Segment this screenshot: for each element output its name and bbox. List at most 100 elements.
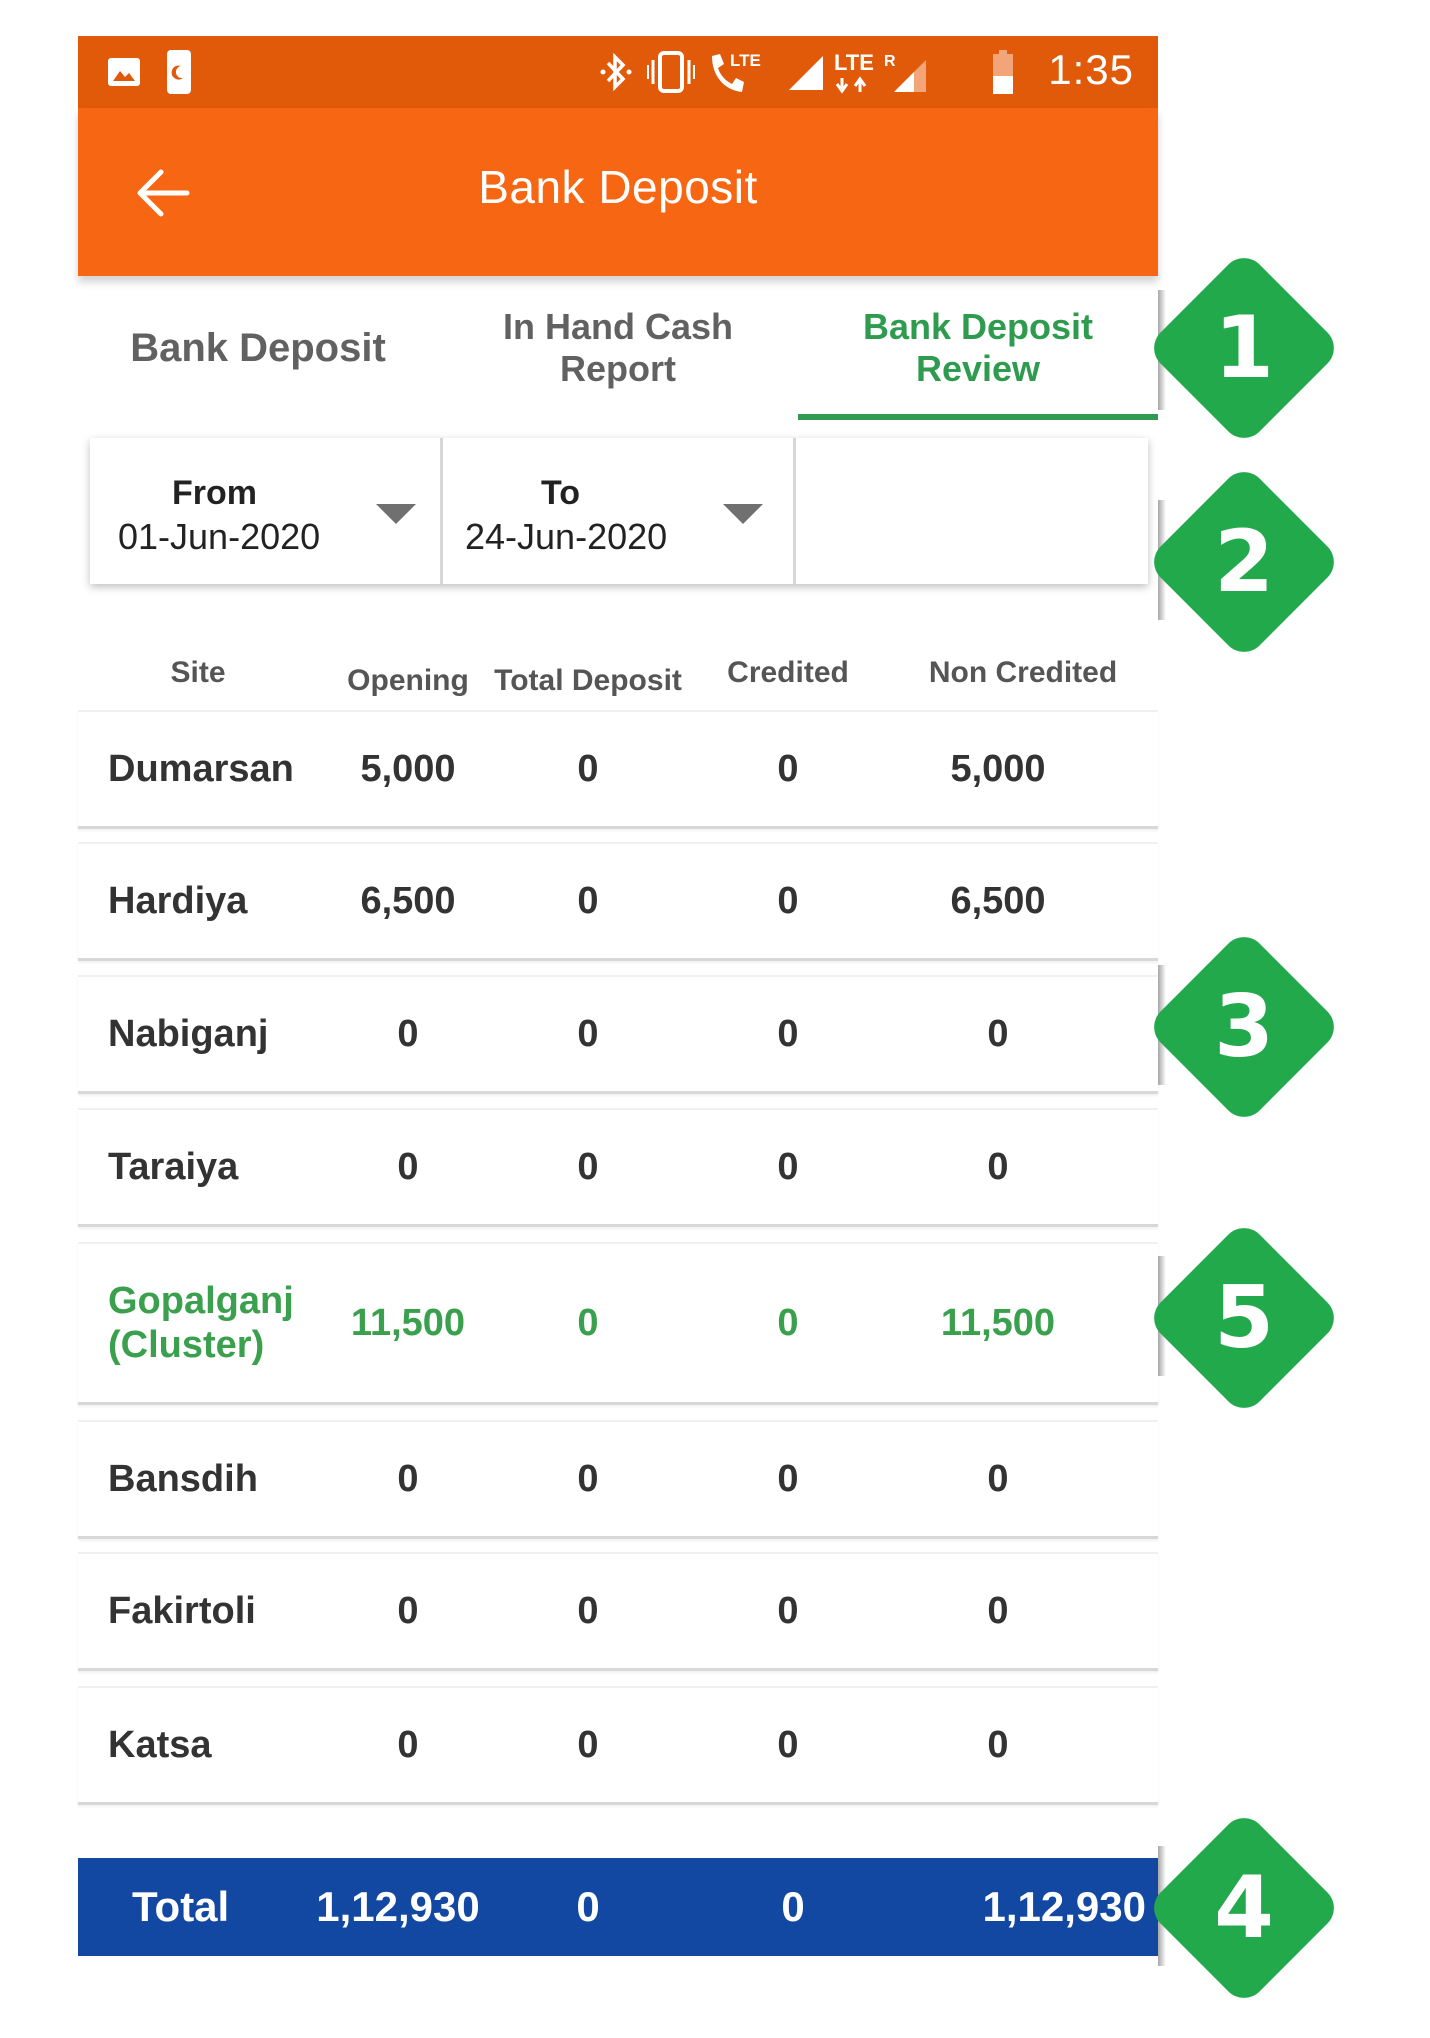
- svg-text:LTE: LTE: [834, 50, 874, 75]
- clock-time: 1:35: [1048, 46, 1134, 93]
- credited-value: 0: [777, 879, 799, 922]
- svg-text:R: R: [884, 53, 896, 70]
- table-row[interactable]: Taraiya 0 0 0 0: [78, 1108, 1158, 1227]
- opening-value: 5,000: [360, 747, 456, 790]
- callout-number: 2: [1214, 512, 1274, 612]
- table-row[interactable]: Dumarsan 5,000 0 0 5,000: [78, 710, 1158, 829]
- opening-value: 6,500: [360, 879, 456, 922]
- table-row-cluster[interactable]: Gopalganj (Cluster) 11,500 0 0 11,500: [78, 1242, 1158, 1405]
- non-credited-value: 0: [987, 1145, 1009, 1188]
- total-deposit-value: 0: [577, 1589, 599, 1632]
- site-name: Nabiganj: [108, 1013, 269, 1055]
- total-credited-value: 0: [781, 1883, 805, 1930]
- opening-value: 0: [397, 1589, 419, 1632]
- tab-label-line1: Bank Deposit: [862, 306, 1094, 347]
- image-icon: [104, 50, 144, 94]
- tab-label-line2: Review: [915, 348, 1041, 389]
- credited-value: 0: [777, 747, 799, 790]
- chevron-down-icon: [723, 504, 763, 524]
- opening-value: 0: [397, 1145, 419, 1188]
- callout-badge-2: 2: [1144, 462, 1344, 662]
- site-name-line2: (Cluster): [108, 1324, 265, 1366]
- callout-badge-5: 5: [1144, 1218, 1344, 1418]
- svg-text:LTE: LTE: [730, 51, 761, 70]
- non-credited-value: 11,500: [940, 1301, 1056, 1344]
- non-credited-value: 0: [987, 1012, 1009, 1055]
- table-row[interactable]: Fakirtoli 0 0 0 0: [78, 1552, 1158, 1671]
- callout-badge-1: 1: [1144, 248, 1344, 448]
- total-deposit-value: 0: [577, 1012, 599, 1055]
- site-name: Katsa: [108, 1724, 212, 1766]
- callout-number: 1: [1214, 298, 1274, 398]
- non-credited-value: 0: [987, 1723, 1009, 1766]
- from-date-value: 01-Jun-2020: [118, 516, 321, 557]
- header-opening: Opening: [347, 664, 469, 697]
- filter-empty-cell: [793, 438, 1148, 584]
- total-deposit-value: 0: [577, 1301, 599, 1344]
- site-name: Dumarsan: [108, 748, 294, 790]
- chevron-down-icon: [376, 504, 416, 524]
- credited-value: 0: [777, 1145, 799, 1188]
- to-date-dropdown[interactable]: To 24-Jun-2020: [440, 438, 793, 584]
- callout-badge-4: 4: [1144, 1808, 1344, 2008]
- tab-bar: Bank Deposit In Hand Cash Report Bank Dep…: [78, 276, 1158, 420]
- to-date-value: 24-Jun-2020: [465, 516, 668, 557]
- non-credited-value: 5,000: [950, 747, 1046, 790]
- bluetooth-icon: [598, 50, 634, 94]
- callout-number: 3: [1214, 977, 1274, 1077]
- site-name: Bansdih: [108, 1458, 258, 1500]
- total-deposit-value: 0: [577, 879, 599, 922]
- app-toolbar: Bank Deposit: [78, 108, 1158, 276]
- opening-value: 0: [397, 1012, 419, 1055]
- credited-value: 0: [777, 1012, 799, 1055]
- opening-value: 0: [397, 1723, 419, 1766]
- tab-label-line1: In Hand Cash: [502, 306, 734, 347]
- tab-bank-deposit[interactable]: Bank Deposit: [78, 276, 438, 420]
- date-filter-card: From 01-Jun-2020 To 24-Jun-2020: [90, 438, 1148, 584]
- header-total-deposit: Total Deposit: [494, 664, 682, 697]
- tab-label: Bank Deposit: [130, 325, 386, 370]
- signal-icon: [786, 50, 826, 94]
- from-label: From: [172, 474, 257, 512]
- total-deposit-value: 0: [577, 1457, 599, 1500]
- site-name-line1: Gopalganj: [108, 1280, 294, 1322]
- non-credited-value: 6,500: [950, 879, 1046, 922]
- battery-icon: [988, 50, 1018, 94]
- non-credited-value: 0: [987, 1589, 1009, 1632]
- night-mode-icon: [164, 50, 194, 94]
- opening-value: 0: [397, 1457, 419, 1500]
- from-date-dropdown[interactable]: From 01-Jun-2020: [90, 438, 440, 584]
- total-row: Total 1,12,930 0 0 1,12,930: [78, 1858, 1158, 1956]
- tab-label: In Hand Cash Report: [503, 306, 733, 390]
- site-name: Taraiya: [108, 1146, 239, 1188]
- site-name: Fakirtoli: [108, 1590, 256, 1632]
- credited-value: 0: [777, 1301, 799, 1344]
- vibrate-icon: [646, 50, 696, 94]
- total-deposit-value: 0: [577, 747, 599, 790]
- callout-number: 4: [1214, 1858, 1274, 1958]
- credited-value: 0: [777, 1457, 799, 1500]
- header-credited: Credited: [727, 656, 849, 689]
- tab-bank-deposit-review[interactable]: Bank Deposit Review: [798, 276, 1158, 420]
- header-non-credited: Non Credited: [928, 656, 1118, 689]
- callout-badge-3: 3: [1144, 927, 1344, 1127]
- tab-label: Bank Deposit Review: [863, 306, 1093, 390]
- roaming-signal-icon: R: [884, 50, 932, 94]
- site-name: Hardiya: [108, 880, 248, 922]
- page-title: Bank Deposit: [478, 161, 758, 213]
- credited-value: 0: [777, 1723, 799, 1766]
- to-label: To: [541, 474, 581, 512]
- site-name: Gopalganj (Cluster): [108, 1244, 328, 1402]
- table-row[interactable]: Katsa 0 0 0 0: [78, 1686, 1158, 1805]
- lte-data-icon: LTE: [834, 50, 878, 94]
- table-row[interactable]: Hardiya 6,500 0 0 6,500: [78, 842, 1158, 961]
- status-bar: LTE LTE R 1:35: [78, 36, 1158, 108]
- total-non-credited-value: 1,12,930: [982, 1883, 1147, 1930]
- total-opening-value: 1,12,930: [316, 1883, 480, 1930]
- total-deposit-sum: 0: [576, 1883, 600, 1930]
- phone-screen: LTE LTE R 1:35 Bank Deposit Bank Deposit…: [78, 36, 1158, 1956]
- table-row[interactable]: Bansdih 0 0 0 0: [78, 1420, 1158, 1539]
- table-row[interactable]: Nabiganj 0 0 0 0: [78, 975, 1158, 1094]
- tab-in-hand-cash-report[interactable]: In Hand Cash Report: [438, 276, 798, 420]
- tab-label-line2: Report: [560, 348, 676, 389]
